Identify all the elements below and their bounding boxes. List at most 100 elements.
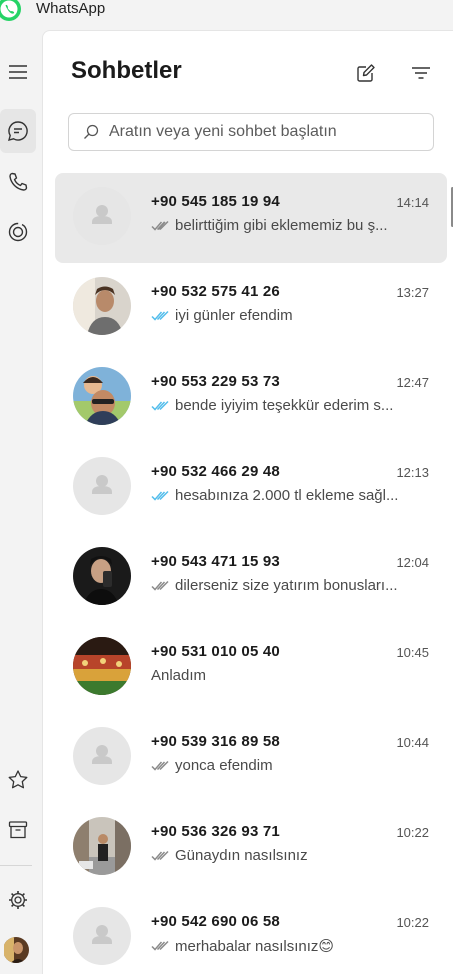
double-check-icon	[151, 940, 169, 951]
avatar	[73, 637, 131, 695]
rail-profile-button[interactable]	[0, 928, 36, 972]
chat-list: +90 545 185 19 94 14:14 belirttiğim gibi…	[55, 173, 447, 974]
avatar	[73, 457, 131, 515]
chat-preview: hesabınıza 2.000 tl ekleme sağl...	[151, 487, 421, 504]
rail-chats-button[interactable]	[0, 109, 36, 153]
chat-name: +90 536 326 93 71	[151, 823, 280, 840]
rail-archive-button[interactable]	[0, 808, 36, 852]
avatar	[73, 727, 131, 785]
filter-icon	[412, 67, 430, 79]
chat-time: 12:04	[396, 555, 429, 570]
chat-row[interactable]: +90 531 010 05 40 10:45 Anladım	[55, 623, 447, 713]
chat-preview-text: belirttiğim gibi eklememiz bu ş...	[175, 217, 388, 234]
chat-preview-text: merhabalar nasılsınız😊	[175, 938, 335, 955]
chat-row[interactable]: +90 545 185 19 94 14:14 belirttiğim gibi…	[55, 173, 447, 263]
title-bar: WhatsApp	[0, 0, 453, 22]
double-check-icon	[151, 850, 169, 861]
rail-starred-button[interactable]	[0, 758, 36, 802]
archive-icon	[8, 821, 28, 839]
contact-photo	[73, 637, 131, 695]
phone-icon	[9, 172, 28, 191]
chat-preview: bende iyiyim teşekkür ederim s...	[151, 397, 421, 414]
chat-name: +90 532 466 29 48	[151, 463, 280, 480]
status-icon	[8, 222, 28, 242]
chat-name: +90 542 690 06 58	[151, 913, 280, 930]
chat-row[interactable]: +90 532 466 29 48 12:13 hesabınıza 2.000…	[55, 443, 447, 533]
avatar	[73, 277, 131, 335]
default-user-icon	[92, 925, 112, 944]
new-chat-button[interactable]	[352, 59, 380, 87]
star-icon	[8, 770, 28, 789]
chat-time: 14:14	[396, 195, 429, 210]
double-check-read-icon	[151, 400, 169, 411]
chat-preview-text: dilerseniz size yatırım bonusları...	[175, 577, 398, 594]
chat-preview: merhabalar nasılsınız😊	[151, 937, 421, 955]
default-user-icon	[92, 205, 112, 224]
chat-preview: yonca efendim	[151, 757, 421, 774]
contact-photo	[73, 277, 131, 335]
chat-row[interactable]: +90 536 326 93 71 10:22 Günaydın nasılsı…	[55, 803, 447, 893]
default-user-icon	[92, 745, 112, 764]
chat-row[interactable]: +90 542 690 06 58 10:22 merhabalar nasıl…	[55, 893, 447, 974]
rail-status-button[interactable]	[0, 210, 36, 254]
double-check-read-icon	[151, 310, 169, 321]
chat-row[interactable]: +90 532 575 41 26 13:27 iyi günler efend…	[55, 263, 447, 353]
chat-preview-text: iyi günler efendim	[175, 307, 293, 324]
hamburger-icon	[9, 65, 27, 79]
chat-name: +90 543 471 15 93	[151, 553, 280, 570]
rail-divider	[0, 865, 32, 866]
profile-avatar	[4, 937, 29, 963]
app-title: WhatsApp	[36, 0, 106, 17]
chat-preview-text: bende iyiyim teşekkür ederim s...	[175, 397, 394, 414]
search-box[interactable]	[68, 113, 434, 151]
chat-time: 10:22	[396, 825, 429, 840]
rail-settings-button[interactable]	[0, 878, 36, 922]
filter-button[interactable]	[407, 59, 435, 87]
chat-row[interactable]: +90 543 471 15 93 12:04 dilerseniz size …	[55, 533, 447, 623]
chat-name: +90 539 316 89 58	[151, 733, 280, 750]
chat-time: 12:13	[396, 465, 429, 480]
chat-time: 12:47	[396, 375, 429, 390]
avatar	[73, 817, 131, 875]
page-title: Sohbetler	[71, 57, 182, 84]
chat-preview-text: Anladım	[151, 667, 207, 684]
double-check-icon	[151, 580, 169, 591]
rail-calls-button[interactable]	[0, 160, 36, 204]
double-check-icon	[151, 220, 169, 231]
avatar	[73, 907, 131, 965]
chat-preview: belirttiğim gibi eklememiz bu ş...	[151, 217, 421, 234]
chats-panel: Sohbetler +90 545 185 19 94 14:14 belir	[42, 30, 453, 974]
chat-icon	[8, 121, 28, 141]
chat-row[interactable]: +90 553 229 53 73 12:47 bende iyiyim teş…	[55, 353, 447, 443]
double-check-icon	[151, 760, 169, 771]
chat-preview: Anladım	[151, 667, 421, 684]
chat-preview: iyi günler efendim	[151, 307, 421, 324]
compose-icon	[357, 64, 375, 82]
contact-photo	[73, 547, 131, 605]
left-rail	[0, 30, 42, 974]
avatar	[73, 187, 131, 245]
chat-preview-text: hesabınıza 2.000 tl ekleme sağl...	[175, 487, 399, 504]
contact-photo	[73, 817, 131, 875]
double-check-read-icon	[151, 490, 169, 501]
chat-preview-text: yonca efendim	[175, 757, 273, 774]
chat-time: 10:22	[396, 915, 429, 930]
whatsapp-logo-icon	[0, 0, 21, 21]
search-input[interactable]	[109, 123, 409, 141]
chat-time: 13:27	[396, 285, 429, 300]
contact-photo	[73, 367, 131, 425]
chat-row[interactable]: +90 539 316 89 58 10:44 yonca efendim	[55, 713, 447, 803]
chat-name: +90 531 010 05 40	[151, 643, 280, 660]
chat-preview: Günaydın nasılsınız	[151, 847, 421, 864]
chat-time: 10:44	[396, 735, 429, 750]
chat-preview: dilerseniz size yatırım bonusları...	[151, 577, 421, 594]
avatar	[73, 547, 131, 605]
default-user-icon	[92, 475, 112, 494]
chat-name: +90 553 229 53 73	[151, 373, 280, 390]
menu-button[interactable]	[0, 50, 36, 94]
chat-name: +90 532 575 41 26	[151, 283, 280, 300]
search-icon	[84, 124, 99, 139]
whatsapp-window: WhatsApp Sohbetler Aratın veya yeni sohb…	[0, 0, 453, 974]
chat-name: +90 545 185 19 94	[151, 193, 280, 210]
gear-icon	[9, 891, 27, 909]
